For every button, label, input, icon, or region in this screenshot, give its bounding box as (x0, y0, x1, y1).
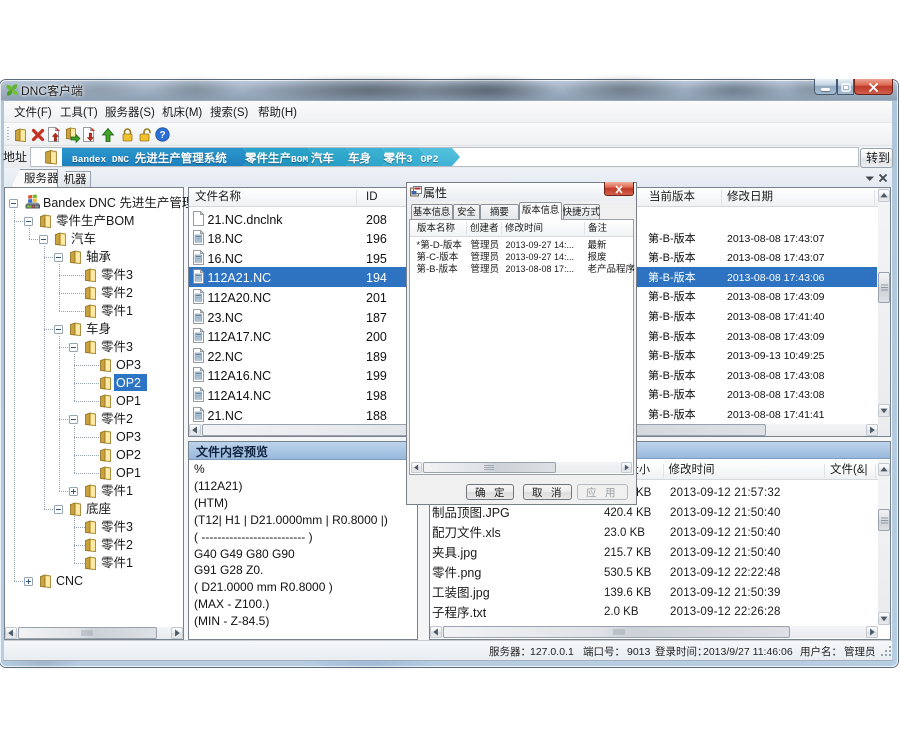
svg-text:?: ? (159, 130, 165, 141)
